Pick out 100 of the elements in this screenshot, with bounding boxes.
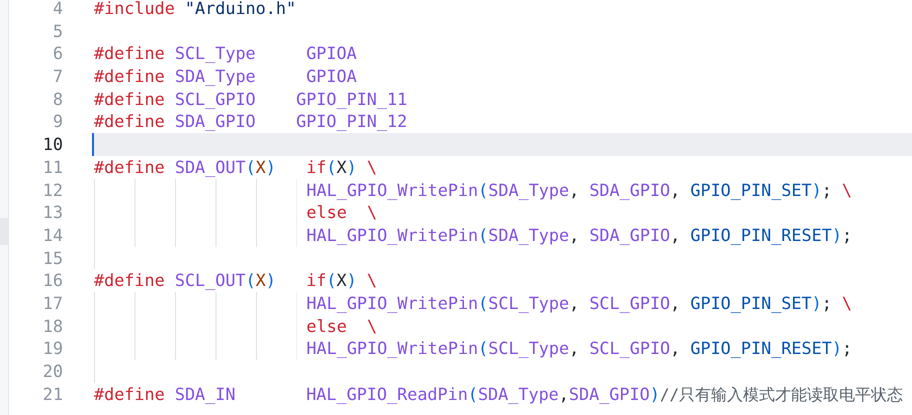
keyword: else xyxy=(306,202,347,222)
macro-name: GPIO_PIN_11 xyxy=(295,88,408,109)
line-number: 20 xyxy=(42,360,63,383)
parenthesis: ( xyxy=(246,156,256,177)
parenthesis: ( xyxy=(478,224,488,245)
keyword: \ xyxy=(366,202,378,222)
macro-name: SDA_IN xyxy=(174,384,236,404)
code-text: , xyxy=(569,292,580,313)
code-text: ; xyxy=(842,224,852,245)
keyword: \ xyxy=(366,270,377,290)
parenthesis: ( xyxy=(246,270,256,290)
parenthesis: ( xyxy=(468,384,478,404)
macro-name: HAL_GPIO_WritePin xyxy=(306,224,478,245)
line-number: 13 xyxy=(42,201,63,224)
parenthesis: ( xyxy=(326,156,337,177)
preprocessor-directive: #define xyxy=(94,43,165,64)
parenthesis: ( xyxy=(478,180,488,200)
preprocessor-directive: #define xyxy=(94,88,165,109)
constant-name: GPIO_PIN_RESET xyxy=(689,224,832,245)
macro-name: SDA_OUT xyxy=(174,156,246,177)
parenthesis: ) xyxy=(650,384,660,404)
line-number: 5 xyxy=(52,20,63,42)
code-text: , xyxy=(670,224,680,245)
macro-name: HAL_GPIO_ReadPin xyxy=(305,384,468,404)
code-text: , xyxy=(569,180,580,200)
line-number: 12 xyxy=(42,178,63,202)
preprocessor-directive: #define xyxy=(94,111,165,132)
macro-name: SCL_Type xyxy=(488,338,570,358)
macro-name: SDA_Type xyxy=(174,66,256,86)
code-text: ; xyxy=(822,292,832,313)
code-text: X xyxy=(336,156,347,177)
constant-name: GPIO_PIN_SET xyxy=(689,180,812,200)
line-number: 19 xyxy=(42,337,63,360)
macro-name: GPIOA xyxy=(305,66,357,86)
preprocessor-directive: #define xyxy=(94,156,165,177)
parenthesis: ) xyxy=(346,156,357,177)
code-text: , xyxy=(670,292,680,313)
macro-name: HAL_GPIO_WritePin xyxy=(306,292,478,313)
keyword: else xyxy=(306,316,347,336)
keyword: \ xyxy=(840,292,852,313)
macro-parameter: X xyxy=(256,156,266,177)
line-number: 21 xyxy=(42,382,63,406)
preprocessor-directive: #define xyxy=(94,384,165,404)
line-number: 15 xyxy=(42,246,63,270)
line-number: 6 xyxy=(52,42,63,66)
constant-name: GPIO_PIN_SET xyxy=(689,292,812,313)
code-text: X xyxy=(336,270,347,290)
line-number: 18 xyxy=(42,314,63,338)
parenthesis: ( xyxy=(478,338,488,358)
macro-name: SDA_GPIO xyxy=(174,111,256,132)
line-number: 10 xyxy=(42,133,63,156)
constant-name: GPIO_PIN_RESET xyxy=(689,338,832,358)
macro-name: SDA_GPIO xyxy=(568,384,650,404)
parenthesis: ) xyxy=(266,270,276,290)
macro-name: HAL_GPIO_WritePin xyxy=(306,338,478,358)
line-number: 11 xyxy=(42,156,63,178)
parenthesis: ) xyxy=(812,292,822,313)
keyword: \ xyxy=(840,180,852,200)
keyword: \ xyxy=(366,316,378,336)
line-number: 8 xyxy=(52,88,63,110)
macro-name: GPIO_PIN_12 xyxy=(295,111,408,132)
code-text: , xyxy=(569,224,580,245)
code-text: ; xyxy=(822,180,832,200)
preprocessor-directive: #define xyxy=(94,270,165,290)
string-literal: "Arduino.h" xyxy=(184,0,296,18)
macro-name: SCL_Type xyxy=(174,43,256,64)
macro-name: SCL_OUT xyxy=(174,270,246,290)
parenthesis: ) xyxy=(832,224,842,245)
code-comment: //只有输入模式才能读取电平状态 xyxy=(660,384,904,404)
parenthesis: ) xyxy=(346,270,357,290)
macro-name: SDA_Type xyxy=(488,224,570,245)
parenthesis: ) xyxy=(266,156,276,177)
macro-name: SCL_GPIO xyxy=(588,338,670,358)
macro-name: SDA_Type xyxy=(478,384,559,404)
code-text: , xyxy=(670,180,680,200)
keyword: \ xyxy=(366,156,377,177)
preprocessor-directive: #include xyxy=(94,0,175,18)
parenthesis: ( xyxy=(478,292,488,313)
line-number: 14 xyxy=(42,224,63,247)
code-text: , xyxy=(558,384,569,404)
code-text: ; xyxy=(842,338,852,358)
line-number: 17 xyxy=(42,292,63,315)
keyword: if xyxy=(305,156,326,177)
parenthesis: ) xyxy=(832,338,842,358)
parenthesis: ( xyxy=(326,270,337,290)
macro-name: GPIOA xyxy=(305,43,357,64)
line-number: 4 xyxy=(52,0,63,20)
macro-name: SCL_GPIO xyxy=(588,292,670,313)
macro-name: SCL_Type xyxy=(488,292,570,313)
preprocessor-directive: #define xyxy=(94,66,165,86)
macro-name: SDA_GPIO xyxy=(588,224,670,245)
line-number: 9 xyxy=(52,110,63,134)
macro-name: SDA_GPIO xyxy=(588,180,670,200)
parenthesis: ) xyxy=(812,180,822,200)
line-number: 16 xyxy=(42,269,63,292)
macro-name: SCL_GPIO xyxy=(174,88,256,109)
macro-name: HAL_GPIO_WritePin xyxy=(306,180,478,200)
code-text: , xyxy=(670,338,680,358)
keyword: if xyxy=(305,270,326,290)
macro-parameter: X xyxy=(256,270,266,290)
